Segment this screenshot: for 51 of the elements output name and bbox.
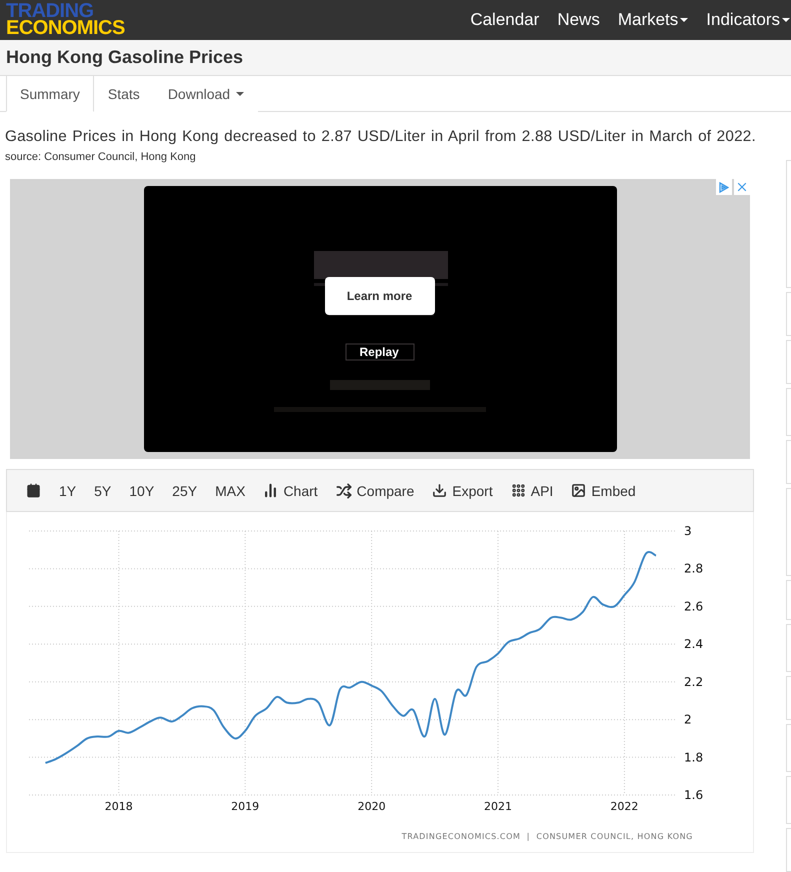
nav-link[interactable]: Markets — [618, 10, 688, 30]
page-title: Hong Kong Gasoline Prices — [6, 47, 244, 68]
toolbar-button[interactable]: Embed — [562, 470, 645, 511]
logo[interactable]: TRADING ECONOMICS — [6, 3, 125, 38]
y-axis-label: 2.8 — [684, 562, 704, 576]
nav-link[interactable]: News — [557, 10, 600, 30]
range-button[interactable]: 1Y — [50, 470, 86, 511]
bar-chart-icon — [263, 483, 278, 498]
sidebar-card — [786, 580, 791, 620]
range-button[interactable]: 25Y — [163, 470, 206, 511]
image-icon — [571, 483, 586, 498]
x-axis-label: 2019 — [231, 800, 260, 813]
sidebar-card — [786, 440, 791, 484]
y-axis-label: 3 — [684, 524, 692, 538]
toolbar-button[interactable]: API — [502, 470, 562, 511]
x-axis-label: 2020 — [358, 800, 386, 813]
shuffle-icon — [336, 482, 352, 498]
tab[interactable]: Summary — [6, 76, 94, 112]
range-button[interactable]: MAX — [206, 470, 254, 511]
y-axis-label: 1.6 — [684, 788, 704, 802]
range-button[interactable]: 5Y — [85, 470, 120, 511]
y-axis-label: 2.2 — [684, 674, 704, 689]
source-text: source: Consumer Council, Hong Kong — [5, 151, 197, 163]
sidebar-card — [786, 676, 791, 720]
toolbar-button[interactable]: Compare — [326, 470, 424, 511]
sidebar-card — [786, 828, 791, 872]
sidebar-card — [786, 724, 791, 772]
sidebar-card — [786, 624, 791, 672]
nav-link[interactable]: Calendar — [470, 10, 540, 30]
summary-text: Gasoline Prices in Hong Kong decreased to 2.87 USD/Liter in April from 2.88 USD/Liter in March of 2022. — [5, 128, 757, 146]
sidebar-card — [786, 776, 791, 824]
sidebar-card — [786, 388, 791, 436]
y-axis-label: 2.4 — [684, 637, 704, 652]
toolbar-button[interactable]: Chart — [254, 470, 327, 511]
nav-link[interactable]: Indicators — [706, 10, 790, 30]
x-axis-label: 2018 — [104, 800, 133, 813]
range-button[interactable]: 10Y — [120, 470, 164, 511]
y-axis-label: 1.8 — [684, 750, 704, 764]
toolbar-button[interactable]: Export — [423, 470, 502, 511]
chart-credit: TRADINGECONOMICS.COM | CONSUMER COUNCIL, HONG KONG — [400, 832, 694, 841]
ad-choices-icon[interactable] — [716, 179, 732, 195]
sidebar-card — [786, 292, 791, 336]
learn-more-button[interactable]: Learn more — [324, 277, 434, 315]
calendar-icon — [26, 483, 41, 498]
x-axis-label: 2022 — [610, 800, 638, 813]
grid-icon — [510, 483, 526, 498]
download-icon — [432, 483, 448, 498]
sidebar-card — [786, 340, 791, 384]
y-axis-label: 2.6 — [684, 599, 704, 614]
x-axis-label: 2021 — [484, 800, 512, 813]
y-axis-label: 2 — [684, 712, 692, 727]
